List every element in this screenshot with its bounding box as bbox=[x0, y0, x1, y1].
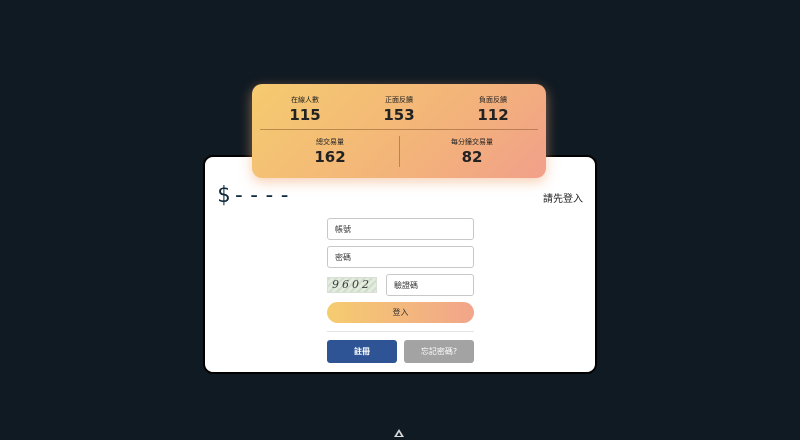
captcha-image-text: 9602 bbox=[332, 278, 372, 291]
stat-total-trades: 總交易量 162 bbox=[295, 137, 365, 166]
stat-label: 每分鐘交易量 bbox=[451, 138, 493, 146]
stat-online-users: 在線人數 115 bbox=[270, 95, 340, 124]
account-input[interactable] bbox=[327, 218, 474, 240]
stat-label: 負面反饋 bbox=[479, 96, 507, 104]
stats-divider-vertical bbox=[399, 136, 400, 167]
stat-value: 115 bbox=[289, 106, 321, 124]
page: $---- 請先登入 9602 登入 註冊 忘記密碼? 在線人數 115 正面反… bbox=[0, 0, 800, 440]
captcha-image[interactable]: 9602 bbox=[327, 277, 377, 293]
login-card: $---- 請先登入 9602 登入 註冊 忘記密碼? bbox=[203, 155, 597, 374]
stat-positive-feedback: 正面反饋 153 bbox=[364, 95, 434, 124]
site-logo: $---- bbox=[217, 183, 294, 208]
stat-trades-per-minute: 每分鐘交易量 82 bbox=[432, 137, 512, 166]
stat-negative-feedback: 負面反饋 112 bbox=[458, 95, 528, 124]
login-button[interactable]: 登入 bbox=[327, 302, 474, 323]
triangle-logo-icon bbox=[394, 429, 404, 437]
divider bbox=[327, 331, 474, 332]
stat-value: 82 bbox=[461, 148, 483, 166]
stats-divider-horizontal bbox=[260, 129, 538, 130]
forgot-password-button[interactable]: 忘記密碼? bbox=[404, 340, 474, 363]
captcha-input[interactable] bbox=[386, 274, 474, 296]
stat-value: 153 bbox=[383, 106, 415, 124]
stat-label: 在線人數 bbox=[291, 96, 319, 104]
stat-value: 162 bbox=[314, 148, 346, 166]
register-button[interactable]: 註冊 bbox=[327, 340, 397, 363]
stat-value: 112 bbox=[477, 106, 509, 124]
stats-panel: 在線人數 115 正面反饋 153 負面反饋 112 總交易量 162 每分鐘交… bbox=[252, 84, 546, 178]
stat-label: 正面反饋 bbox=[385, 96, 413, 104]
login-hint: 請先登入 bbox=[543, 194, 583, 205]
stat-label: 總交易量 bbox=[316, 138, 344, 146]
password-input[interactable] bbox=[327, 246, 474, 268]
